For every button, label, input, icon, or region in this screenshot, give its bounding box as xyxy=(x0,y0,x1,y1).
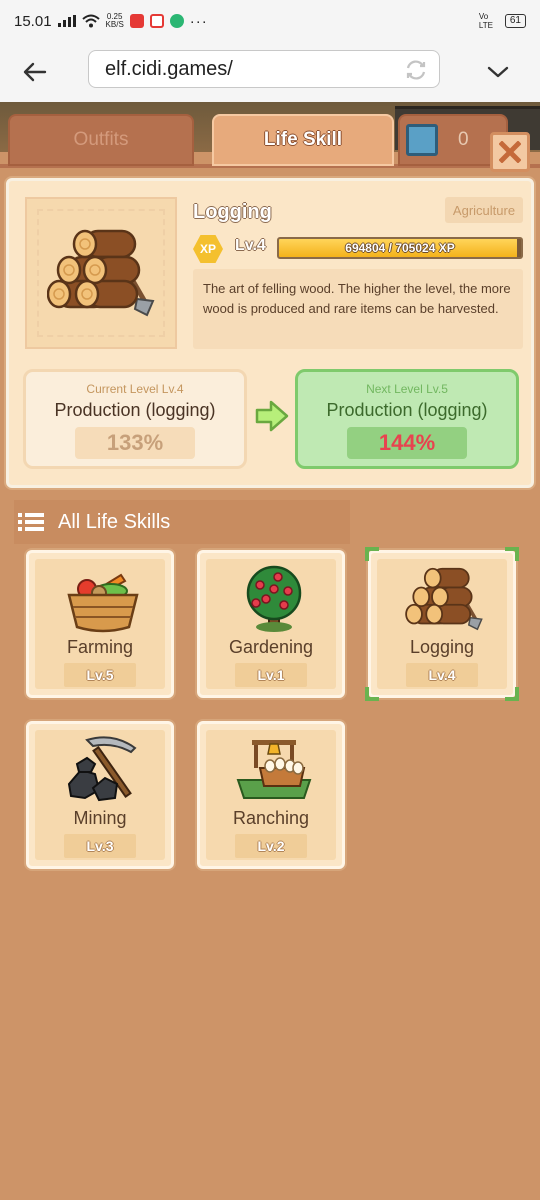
back-arrow-icon xyxy=(23,62,47,82)
skill-title: Logging xyxy=(193,201,272,223)
skill-card-level: Lv.4 xyxy=(406,663,478,687)
xp-icon: XP xyxy=(193,235,223,263)
selection-corner xyxy=(505,687,519,701)
all-skills-title: All Life Skills xyxy=(58,510,171,533)
skill-card-name: Ranching xyxy=(232,808,310,828)
skill-card-farming[interactable]: Farming Lv.5 xyxy=(26,550,174,698)
more-notifications-icon: ··· xyxy=(189,12,208,30)
next-level-box: Next Level Lv.5 Production (logging) 144… xyxy=(295,369,519,469)
basket-vegetables-icon xyxy=(67,573,139,633)
category-badge: Agriculture xyxy=(445,197,523,223)
coal-pickaxe-icon xyxy=(67,736,137,802)
list-icon xyxy=(18,513,44,531)
volte-indicator: Vo LTE xyxy=(478,12,493,30)
skill-card-name: Gardening xyxy=(228,637,314,657)
close-icon xyxy=(499,141,521,163)
skill-card-level: Lv.2 xyxy=(235,834,307,858)
browser-toolbar: elf.cidi.games/ xyxy=(0,42,540,102)
current-level-box: Current Level Lv.4 Production (logging) … xyxy=(23,369,247,469)
status-bar: 15.01 0.25 KB/S ··· Vo LTE 61 xyxy=(0,0,540,42)
all-skills-header: All Life Skills xyxy=(14,500,350,544)
reload-icon[interactable] xyxy=(403,57,429,83)
xp-progress-bar: 694804 / 705024 XP xyxy=(277,237,523,259)
selection-corner xyxy=(365,687,379,701)
signal-icon xyxy=(57,15,76,27)
game-panel: Outfits Life Skill 0 Logging Agriculture… xyxy=(0,102,540,1200)
shield-app-icon xyxy=(169,14,184,28)
tab-outfits[interactable]: Outfits xyxy=(8,114,194,166)
xp-progress-text: 694804 / 705024 XP xyxy=(345,241,455,255)
selection-corner xyxy=(365,547,379,561)
fruit-tree-icon xyxy=(246,565,302,632)
skill-portrait xyxy=(25,197,177,349)
skill-card-name: Logging xyxy=(409,637,475,657)
next-level-label: Next Level Lv.5 xyxy=(366,382,448,396)
current-level-stat: Production (logging) xyxy=(54,400,216,420)
skill-description: The art of felling wood. The higher the … xyxy=(193,269,523,349)
music-icon xyxy=(149,14,164,28)
arrow-right-icon xyxy=(255,400,289,432)
chevron-down-icon xyxy=(487,66,509,78)
back-button[interactable] xyxy=(0,42,70,102)
next-level-value: 144% xyxy=(347,427,467,459)
url-text: elf.cidi.games/ xyxy=(105,57,233,80)
current-level-label: Current Level Lv.4 xyxy=(86,382,184,396)
skill-card-ranching[interactable]: Ranching Lv.2 xyxy=(197,721,345,869)
clock: 15.01 xyxy=(14,12,52,30)
skill-card-level: Lv.1 xyxy=(235,663,307,687)
skill-detail-card: Logging Agriculture XP Lv.4 694804 / 705… xyxy=(6,178,534,488)
logs-axe-icon xyxy=(47,229,155,317)
network-speed: 0.25 KB/S xyxy=(105,12,124,29)
logs-axe-icon xyxy=(405,567,483,631)
selection-corner xyxy=(505,547,519,561)
youtube-icon xyxy=(129,14,144,28)
battery-icon: 61 xyxy=(504,14,526,28)
tab-life-skill[interactable]: Life Skill xyxy=(212,114,394,166)
skill-card-level: Lv.5 xyxy=(64,663,136,687)
skill-card-gardening[interactable]: Gardening Lv.1 xyxy=(197,550,345,698)
skill-card-level: Lv.3 xyxy=(64,834,136,858)
skill-card-logging[interactable]: Logging Lv.4 xyxy=(365,547,519,701)
current-level-value: 133% xyxy=(75,427,195,459)
browser-menu-button[interactable] xyxy=(470,42,526,102)
skill-card-mining[interactable]: Mining Lv.3 xyxy=(26,721,174,869)
next-level-stat: Production (logging) xyxy=(326,400,488,420)
address-bar[interactable]: elf.cidi.games/ xyxy=(88,50,440,88)
close-button[interactable] xyxy=(490,132,530,172)
skill-card-name: Farming xyxy=(66,637,133,657)
egg-basket-icon xyxy=(236,740,312,799)
skill-card-name: Mining xyxy=(73,808,127,828)
crystal-icon xyxy=(406,124,438,156)
wifi-icon xyxy=(81,14,100,28)
skill-level: Lv.4 xyxy=(235,237,266,254)
